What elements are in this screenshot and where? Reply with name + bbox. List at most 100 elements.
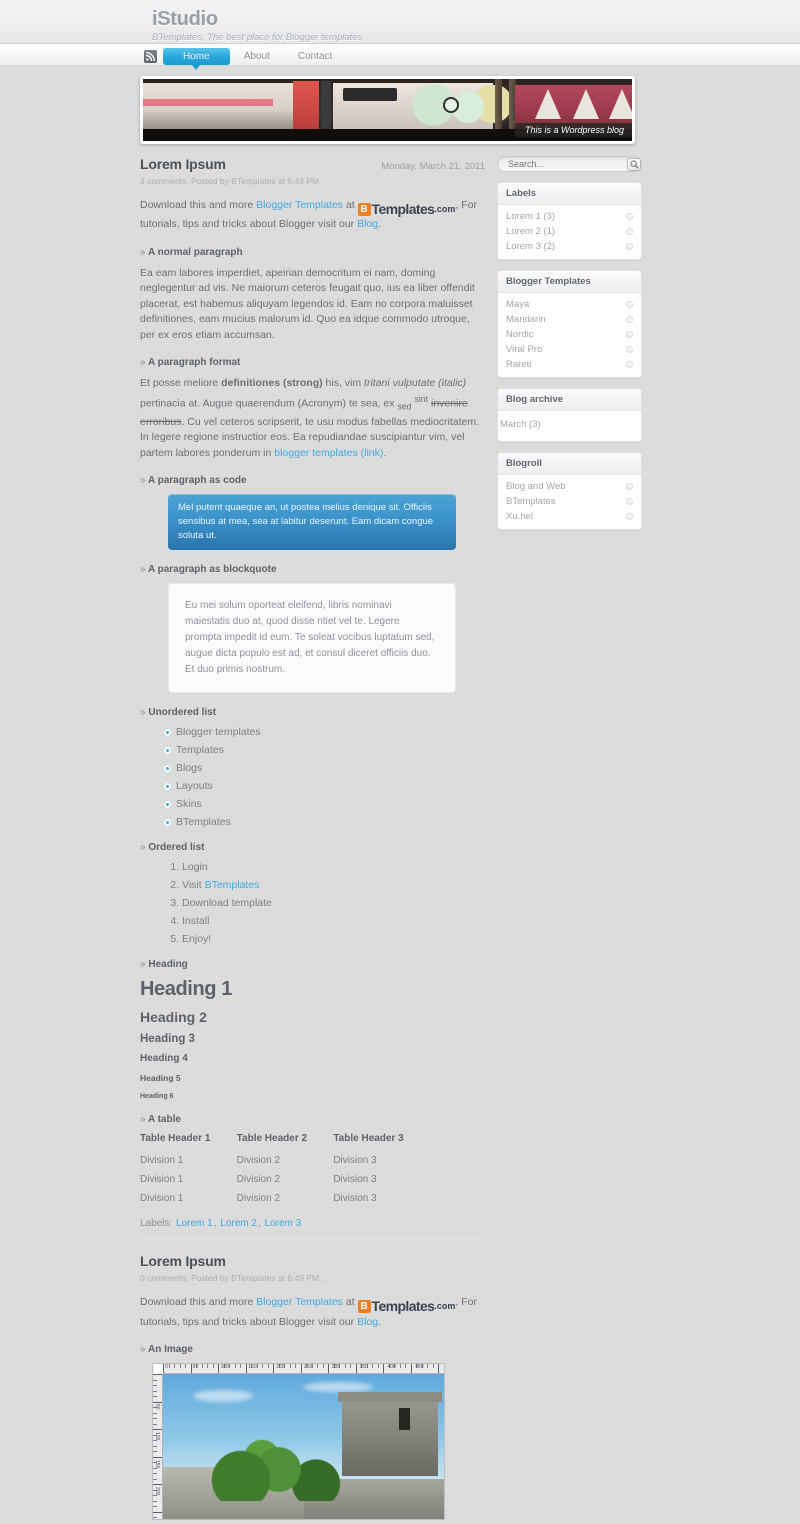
heading-5: Heading 5 — [140, 1073, 181, 1084]
list-item[interactable]: Lorem 1 (3) — [498, 209, 641, 224]
section-heading: Heading — [140, 959, 485, 970]
blog-post-1: Lorem Ipsum Monday, March 21, 2011 3 com… — [140, 156, 485, 1240]
main-nav: Home About Contact — [0, 44, 800, 70]
post-intro: Download this and more Blogger Templates… — [140, 1296, 477, 1328]
label-link[interactable]: Lorem 3 — [265, 1218, 302, 1229]
rss-icon[interactable] — [144, 49, 157, 63]
blogger-templates-link[interactable]: Blogger Templates — [256, 199, 343, 211]
table-header: Table Header 3 — [333, 1133, 404, 1145]
blogger-templates-inline-link[interactable]: blogger templates (link) — [274, 447, 383, 459]
ruler-label: 50 — [154, 1404, 160, 1410]
archive-item[interactable]: March (3) — [498, 415, 641, 436]
section-code: A paragraph as code — [140, 475, 485, 486]
nav-item-about[interactable]: About — [230, 48, 284, 65]
bullet-icon — [626, 346, 633, 353]
widget-title: Blogger Templates — [498, 271, 641, 293]
list-item[interactable]: Lorem 3 (2) — [498, 239, 641, 254]
ruler-label: 0 — [165, 1364, 168, 1371]
widget-blogroll: Blogroll Blog and Web BTemplates Xu.hel — [497, 452, 642, 530]
widget-title: Blogroll — [498, 453, 641, 475]
heading-1: Heading 1 — [140, 978, 232, 1001]
ordered-list: Login Visit BTemplates Download template… — [140, 861, 485, 945]
table-cell: Division 1 — [140, 1193, 184, 1205]
ruler-label: 50 — [192, 1364, 199, 1371]
list-item[interactable]: Xu.hel — [498, 509, 641, 524]
list-item[interactable]: Rareti — [498, 357, 641, 372]
list-item[interactable]: Mandarin — [498, 312, 641, 327]
ruler-label: 200 — [276, 1364, 285, 1371]
ruler-label: 200 — [154, 1487, 160, 1496]
widget-title: Labels — [498, 183, 641, 205]
widget-blog-archive: Blog archive March (3) — [497, 388, 642, 442]
btemplates-link[interactable]: BTemplates — [205, 879, 260, 891]
horizontal-ruler: 0 50 100 150 200 250 300 350 400 450 — [163, 1364, 444, 1375]
section-unordered-list: Unordered list — [140, 707, 485, 718]
list-item[interactable]: Viral Pro — [498, 342, 641, 357]
nav-item-contact[interactable]: Contact — [284, 48, 346, 65]
bullet-icon — [626, 498, 633, 505]
table-row: Division 1 Division 2 Division 3 — [140, 1189, 430, 1208]
blockquote: Eu mei solum oporteat eleifend, libris n… — [168, 583, 456, 694]
widget-labels: Labels Lorem 1 (3) Lorem 2 (1) Lorem 3 (… — [497, 182, 642, 260]
ruler-label: 100 — [220, 1364, 229, 1371]
blog-link[interactable]: Blog — [357, 1316, 378, 1328]
header-banner-image: This is a Wordpress blog — [140, 76, 635, 144]
table-row: Division 1 Division 2 Division 3 — [140, 1151, 430, 1170]
section-blockquote: A paragraph as blockquote — [140, 564, 485, 575]
paragraph-format-text: Et posse meliore definitiones (strong) h… — [140, 377, 480, 459]
post-date: Monday, March 21, 2011 — [381, 161, 485, 172]
search-input[interactable] — [506, 158, 627, 170]
branding: iStudio BTemplates, The best place for B… — [140, 8, 660, 43]
list-item: Blogs — [164, 762, 485, 774]
blog-link[interactable]: Blog — [357, 218, 378, 230]
ruler-label: 400 — [387, 1364, 396, 1371]
label-link[interactable]: Lorem 2 — [220, 1218, 257, 1229]
btemplates-logo: B Templates .com — [357, 201, 455, 218]
blogger-templates-link[interactable]: Blogger Templates — [256, 1296, 343, 1308]
heading-6: Heading 6 — [140, 1093, 174, 1101]
list-item[interactable]: Maya — [498, 297, 641, 312]
data-table: Table Header 1 Table Header 2 Table Head… — [140, 1133, 430, 1208]
sidebar: Labels Lorem 1 (3) Lorem 2 (1) Lorem 3 (… — [497, 156, 642, 540]
ruler-label: 250 — [304, 1364, 313, 1371]
list-item: Visit BTemplates — [182, 879, 485, 891]
btemplates-logo: B Templates .com — [357, 1299, 455, 1315]
list-item[interactable]: Nordic — [498, 327, 641, 342]
ruler-label: 450 — [415, 1364, 424, 1371]
list-item: Install — [182, 915, 485, 927]
section-normal-paragraph: A normal paragraph — [140, 247, 485, 258]
nav-item-home[interactable]: Home — [163, 47, 230, 70]
post-image-with-rulers: 0 50 100 150 200 250 300 350 400 450 50 100 150 200 — [152, 1363, 445, 1521]
table-cell: Division 2 — [236, 1155, 281, 1167]
post-title[interactable]: Lorem Ipsum — [140, 156, 226, 172]
list-item: Download template — [182, 897, 485, 909]
label-link[interactable]: Lorem 1 — [176, 1218, 213, 1229]
post-meta: 3 comments, Posted by BTemplates at 6:49… — [140, 176, 324, 186]
post-title[interactable]: Lorem Ipsum — [140, 1253, 485, 1269]
list-item[interactable]: BTemplates — [498, 494, 641, 509]
site-title: iStudio — [152, 8, 218, 30]
page-body: This is a Wordpress blog Lorem Ipsum Mon… — [0, 66, 800, 1524]
list-item: Enjoy! — [182, 933, 485, 945]
table-cell: Division 2 — [236, 1193, 281, 1205]
heading-2: Heading 2 — [140, 1009, 207, 1026]
main-content: Lorem Ipsum Monday, March 21, 2011 3 com… — [140, 156, 485, 1524]
list-item[interactable]: Blog and Web — [498, 479, 641, 494]
table-cell: Division 2 — [236, 1174, 281, 1186]
list-item[interactable]: Lorem 2 (1) — [498, 224, 641, 239]
table-header: Table Header 1 — [140, 1133, 211, 1145]
unordered-list: Blogger templates Templates Blogs Layout… — [140, 726, 485, 828]
ruler-label: 150 — [154, 1459, 160, 1469]
site-header: iStudio BTemplates, The best place for B… — [0, 0, 800, 44]
section-table: A table — [140, 1114, 485, 1125]
post-meta: 0 comments, Posted by BTemplates at 6:49… — [140, 1273, 324, 1284]
search-button[interactable] — [627, 157, 641, 171]
search-box[interactable] — [497, 156, 642, 172]
widget-blogger-templates: Blogger Templates Maya Mandarin Nordic V… — [497, 270, 642, 378]
bullet-icon — [626, 513, 633, 520]
table-cell: Division 3 — [333, 1174, 377, 1186]
ruler-label: 300 — [331, 1364, 341, 1371]
bullet-icon — [626, 243, 633, 250]
bullet-icon — [626, 361, 633, 368]
bullet-icon — [626, 316, 633, 323]
